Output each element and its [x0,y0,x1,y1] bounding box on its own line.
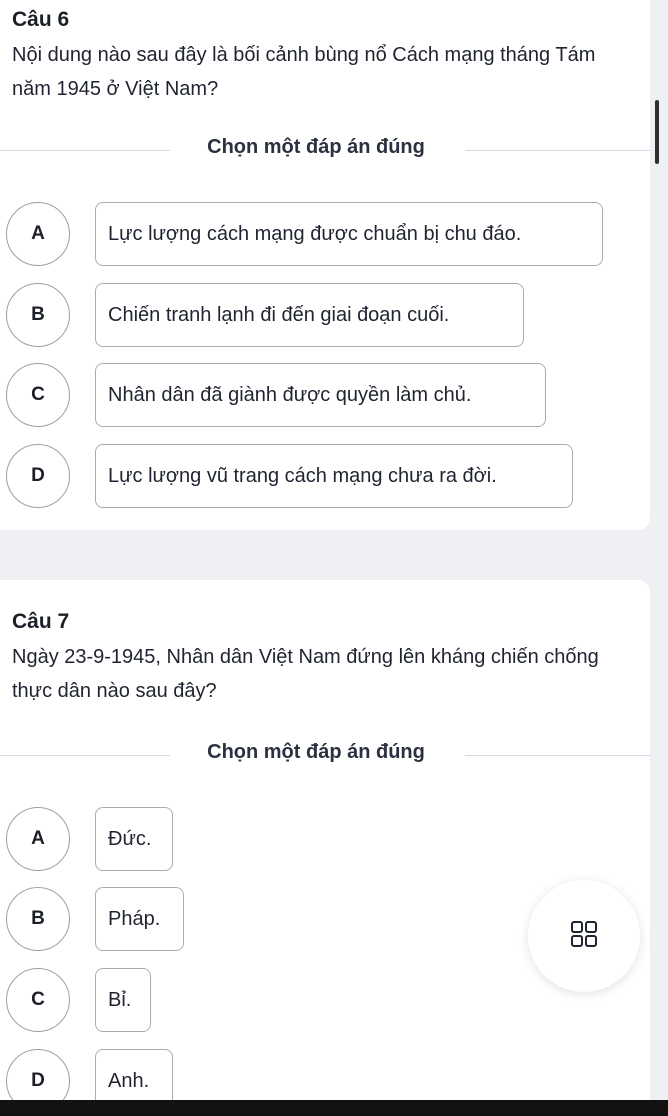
question-title: Câu 7 [12,610,70,633]
option-a-letter[interactable]: A [6,807,70,871]
option-c-letter[interactable]: C [6,968,70,1032]
option-d-letter[interactable]: D [6,444,70,508]
question-card-7: Câu 7 Ngày 23-9-1945, Nhân dân Việt Nam … [0,580,650,1116]
grid-icon [571,920,597,952]
question-title: Câu 6 [12,8,70,31]
instruction-divider: Chọn một đáp án đúng [0,741,650,771]
option-c-button[interactable]: Nhân dân đã giành được quyền làm chủ. [95,363,546,427]
option-d-button[interactable]: Lực lượng vũ trang cách mạng chưa ra đời… [95,444,573,508]
option-c-button[interactable]: Bỉ. [95,968,151,1032]
option-b-letter[interactable]: B [6,887,70,951]
option-b-letter[interactable]: B [6,283,70,347]
instruction-label: Chọn một đáp án đúng [207,741,425,763]
option-a-button[interactable]: Đức. [95,807,173,871]
question-grid-button[interactable] [528,880,640,992]
question-text: Nội dung nào sau đây là bối cảnh bùng nổ… [12,44,596,100]
question-text: Ngày 23-9-1945, Nhân dân Việt Nam đứng l… [12,646,599,702]
option-b-button[interactable]: Chiến tranh lạnh đi đến giai đoạn cuối. [95,283,524,347]
scrollbar[interactable] [655,100,659,164]
instruction-divider: Chọn một đáp án đúng [0,136,650,166]
option-c-letter[interactable]: C [6,363,70,427]
question-card-6: Câu 6 Nội dung nào sau đây là bối cảnh b… [0,0,650,530]
option-a-letter[interactable]: A [6,202,70,266]
instruction-label: Chọn một đáp án đúng [207,136,425,158]
option-b-button[interactable]: Pháp. [95,887,184,951]
option-a-button[interactable]: Lực lượng cách mạng được chuẩn bị chu đá… [95,202,603,266]
bottom-bar [0,1100,668,1116]
